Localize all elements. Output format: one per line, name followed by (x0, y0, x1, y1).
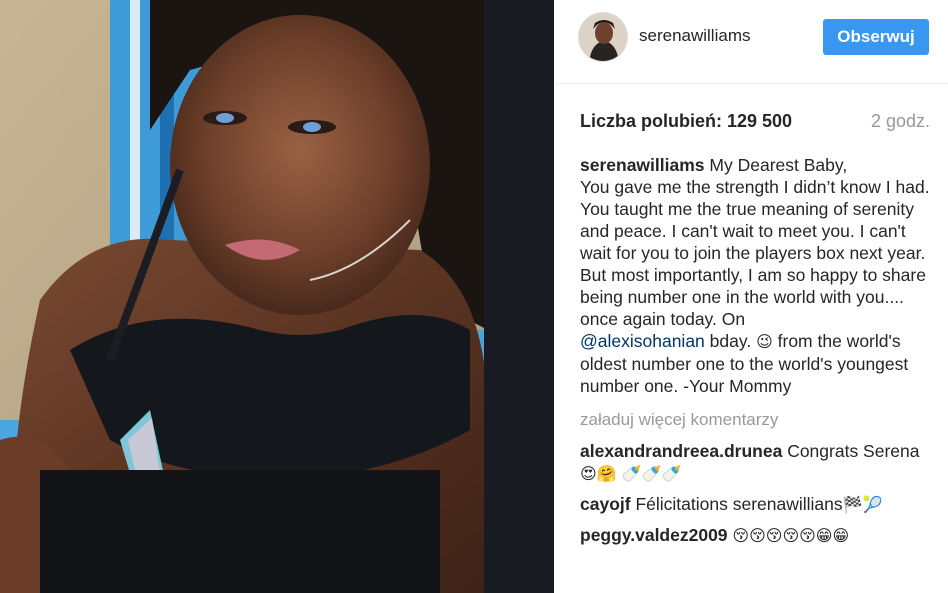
post-photo[interactable] (0, 0, 488, 593)
caption-text-mid: bday. (709, 331, 752, 351)
post-timestamp[interactable]: 2 godz. (871, 111, 930, 132)
comment-item: alexandrandreea.drunea Congrats Serena 😍… (580, 440, 930, 485)
likes-count[interactable]: Liczba polubień: 129 500 (580, 111, 792, 132)
likes-row: Liczba polubień: 129 500 2 godz. (580, 111, 930, 133)
username-link[interactable]: serenawilliams (639, 26, 750, 46)
comment-username[interactable]: alexandrandreea.drunea (580, 441, 782, 461)
comments-section: serenawilliams My Dearest Baby, You gave… (580, 154, 930, 547)
comment-emoji: 😍🤗 🍼🍼🍼 (580, 464, 682, 483)
comment-item: cayojf Félicitations serenawillians🏁🎾 (580, 493, 930, 516)
caption-text-lead: My Dearest Baby, You gave me the strengt… (580, 155, 930, 329)
follow-button[interactable]: Obserwuj (823, 19, 929, 55)
comment-item: peggy.valdez2009 😚😚😚😚😚😁😁 (580, 524, 930, 547)
photo-frame-border (484, 0, 554, 593)
selfie-image (0, 0, 488, 593)
comment-username[interactable]: peggy.valdez2009 (580, 525, 728, 545)
load-more-comments-link[interactable]: załaduj więcej komentarzy (580, 408, 930, 432)
caption-username[interactable]: serenawilliams (580, 155, 705, 175)
wink-emoji: 😉 (756, 332, 773, 351)
comment-emoji: 🏁🎾 (842, 495, 883, 514)
avatar-image (579, 13, 627, 61)
post-caption: serenawilliams My Dearest Baby, You gave… (580, 154, 930, 397)
comment-text: Félicitations serenawillians (635, 494, 843, 514)
post-header: serenawilliams Obserwuj (556, 0, 948, 84)
avatar[interactable] (578, 12, 628, 62)
comment-emoji: 😚😚😚😚😚😁😁 (732, 526, 850, 545)
comment-text: Congrats Serena (787, 441, 920, 461)
comment-username[interactable]: cayojf (580, 494, 631, 514)
post-details-panel: serenawilliams Obserwuj Liczba polubień:… (556, 0, 948, 593)
caption-mention-link[interactable]: @alexisohanian (580, 331, 705, 351)
